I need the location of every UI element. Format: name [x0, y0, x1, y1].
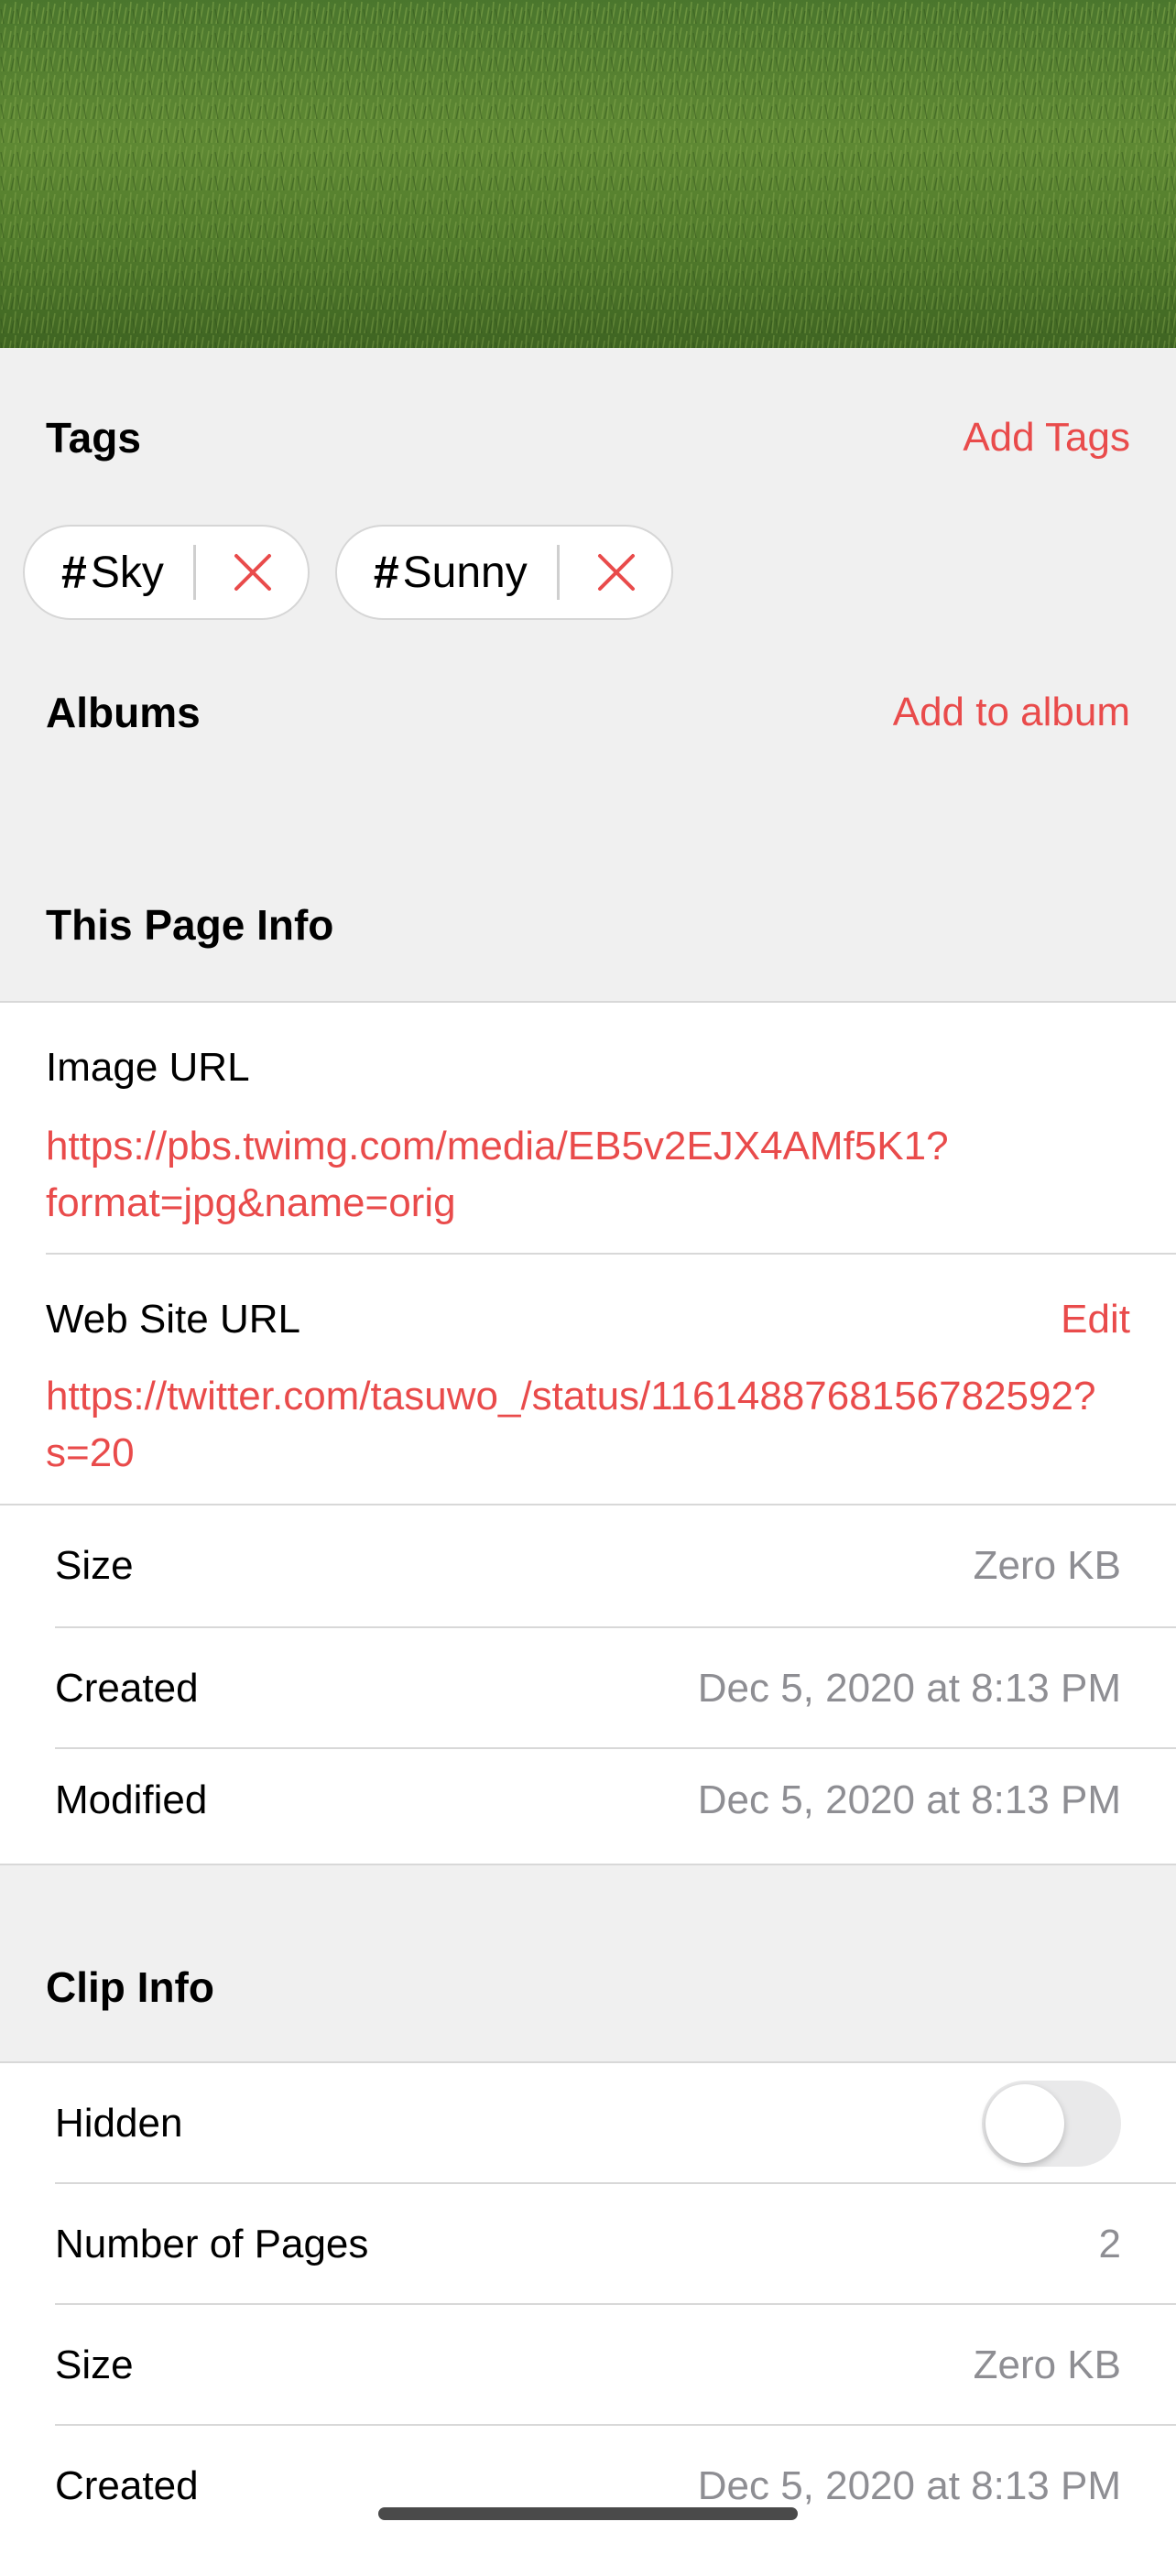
clip-created-row: Created Dec 5, 2020 at 8:13 PM [0, 2426, 1176, 2547]
page-size-row: Size Zero KB [0, 1505, 1176, 1626]
add-tags-button[interactable]: Add Tags [963, 415, 1130, 461]
add-to-album-button[interactable]: Add to album [893, 690, 1130, 735]
website-url-link[interactable]: https://twitter.com/tasuwo_/status/11614… [46, 1368, 1108, 1482]
hidden-row: Hidden [0, 2063, 1176, 2184]
toggle-knob [985, 2084, 1064, 2163]
hash-icon: # [61, 547, 87, 598]
rice-field-image [0, 0, 1176, 348]
row-label: Modified [55, 1777, 208, 1822]
page-modified-row: Modified Dec 5, 2020 at 8:13 PM [0, 1740, 1176, 1861]
row-value: Dec 5, 2020 at 8:13 PM [697, 1777, 1121, 1822]
page-info-group: Image URL https://pbs.twimg.com/media/EB… [0, 1001, 1176, 1865]
tag-label: Sunny [402, 548, 528, 597]
page-info-header: This Page Info [0, 888, 1176, 962]
remove-tag-icon[interactable] [596, 552, 637, 592]
row-value: Zero KB [973, 2342, 1121, 2387]
tag-chip-sunny[interactable]: # Sunny [334, 525, 673, 620]
row-label: Created [55, 1666, 199, 1711]
row-label: Number of Pages [55, 2222, 369, 2266]
clip-size-row: Size Zero KB [0, 2305, 1176, 2426]
page-info-title: This Page Info [46, 901, 334, 949]
tags-title: Tags [46, 414, 141, 462]
row-label: Created [55, 2463, 199, 2508]
clip-info-header: Clip Info [0, 1951, 1176, 2024]
website-url-label: Web Site URL [46, 1297, 300, 1342]
edit-website-url-button[interactable]: Edit [1061, 1297, 1130, 1342]
row-label: Hidden [55, 2101, 183, 2146]
albums-title: Albums [46, 689, 201, 736]
image-url-label: Image URL [46, 1045, 250, 1090]
hidden-toggle[interactable] [982, 2081, 1121, 2167]
page-created-row: Created Dec 5, 2020 at 8:13 PM [0, 1628, 1176, 1749]
website-url-cell[interactable]: Web Site URL Edit https://twitter.com/ta… [0, 1255, 1176, 1504]
row-label: Size [55, 2342, 134, 2387]
row-label: Size [55, 1543, 134, 1588]
remove-tag-icon[interactable] [233, 552, 273, 592]
clip-info-title: Clip Info [46, 1963, 214, 2011]
row-value: 2 [1098, 2222, 1121, 2266]
tag-list: # Sky # Sunny [23, 525, 673, 624]
number-of-pages-row: Number of Pages 2 [0, 2184, 1176, 2305]
chip-separator [192, 545, 196, 600]
tags-header: Tags Add Tags [0, 401, 1176, 474]
image-url-cell[interactable]: Image URL https://pbs.twimg.com/media/EB… [0, 1003, 1176, 1254]
tag-label: Sky [90, 548, 164, 597]
clip-image[interactable] [0, 0, 1176, 348]
row-value: Zero KB [973, 1543, 1121, 1588]
home-indicator [378, 2507, 798, 2520]
clip-info-group: Hidden Number of Pages 2 Size Zero KB Cr… [0, 2061, 1176, 2576]
image-url-link[interactable]: https://pbs.twimg.com/media/EB5v2EJX4AMf… [46, 1118, 1108, 1232]
row-value: Dec 5, 2020 at 8:13 PM [697, 2463, 1121, 2508]
chip-separator [556, 545, 560, 600]
albums-header: Albums Add to album [0, 676, 1176, 749]
tag-chip-sky[interactable]: # Sky [23, 525, 310, 620]
row-value: Dec 5, 2020 at 8:13 PM [697, 1666, 1121, 1711]
hash-icon: # [373, 547, 399, 598]
